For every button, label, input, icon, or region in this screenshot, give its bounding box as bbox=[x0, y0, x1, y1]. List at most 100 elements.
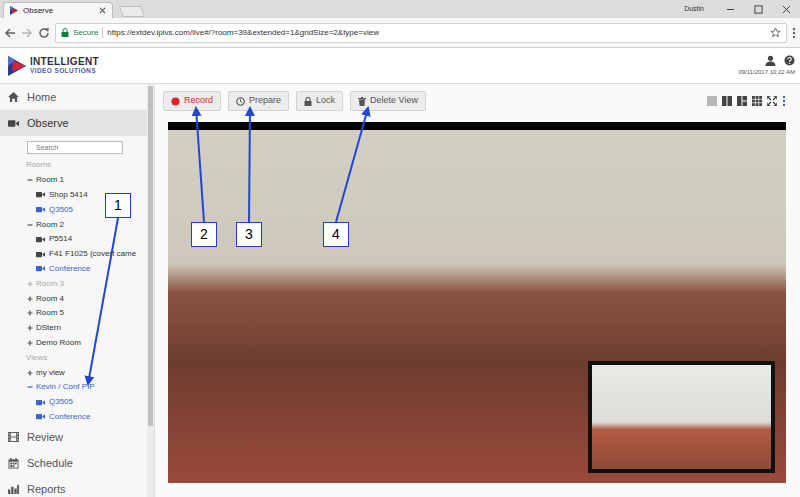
camera-item[interactable]: P5514 bbox=[0, 232, 147, 247]
nav-item[interactable]: Review bbox=[0, 424, 147, 450]
tree-heading: Views bbox=[0, 350, 147, 365]
nav-icon bbox=[8, 119, 19, 128]
single-view-icon bbox=[707, 96, 717, 106]
nav-item[interactable]: Home bbox=[0, 84, 147, 110]
grid-icon[interactable] bbox=[752, 96, 762, 106]
expand-icon[interactable] bbox=[27, 296, 33, 302]
button-label: Lock bbox=[316, 94, 335, 108]
tree-group[interactable]: Kevin / Conf PIP bbox=[0, 380, 147, 395]
button-label: Record bbox=[184, 94, 213, 108]
camera-label[interactable]: P5514 bbox=[49, 233, 72, 245]
group-label[interactable]: Room 5 bbox=[36, 307, 64, 319]
pip-feed[interactable] bbox=[588, 361, 775, 473]
expand-icon[interactable] bbox=[27, 340, 33, 346]
three-pane-icon[interactable] bbox=[737, 96, 747, 106]
group-label[interactable]: Kevin / Conf PIP bbox=[36, 381, 95, 393]
group-wrap: Room 2 bbox=[36, 219, 64, 231]
group-label[interactable]: Demo Room bbox=[36, 337, 81, 349]
lock-icon bbox=[61, 28, 69, 37]
nav-label: Reports bbox=[27, 481, 66, 497]
tree-group[interactable]: Demo Room bbox=[0, 336, 147, 351]
back-arrow-icon[interactable] bbox=[4, 27, 16, 39]
collapse-icon[interactable] bbox=[27, 222, 33, 228]
camera-item[interactable]: Q3505 bbox=[0, 395, 147, 410]
toolbar-button[interactable]: Record bbox=[163, 91, 221, 111]
camera-icon bbox=[36, 265, 45, 272]
minimize-icon[interactable] bbox=[716, 0, 744, 18]
group-label[interactable]: Room 4 bbox=[36, 293, 64, 305]
nav-item[interactable]: Observe bbox=[0, 110, 147, 136]
tree-group[interactable]: DStern bbox=[0, 321, 147, 336]
header-icons bbox=[765, 55, 795, 66]
profile-name[interactable]: Dustin bbox=[684, 4, 704, 15]
camera-item[interactable]: Conference bbox=[0, 410, 147, 425]
separator bbox=[102, 27, 103, 38]
close-icon[interactable] bbox=[99, 7, 106, 14]
fullscreen-icon[interactable] bbox=[767, 96, 777, 106]
camera-item[interactable]: F41 F1025 (covert came bbox=[0, 247, 147, 262]
star-icon[interactable] bbox=[770, 27, 781, 38]
tree-group[interactable]: Room 5 bbox=[0, 306, 147, 321]
camera-label[interactable]: Conference bbox=[49, 411, 90, 423]
collapse-icon[interactable] bbox=[27, 384, 33, 390]
group-label[interactable]: my view bbox=[36, 367, 65, 379]
callout-box: 1 bbox=[105, 193, 131, 218]
nav-item[interactable]: Schedule bbox=[0, 450, 147, 476]
forward-arrow-icon[interactable] bbox=[21, 27, 33, 39]
search-field[interactable] bbox=[27, 141, 123, 154]
tree-group[interactable]: Room 3 bbox=[0, 276, 147, 291]
toolbar-button[interactable]: Prepare bbox=[228, 91, 289, 111]
expand-icon[interactable] bbox=[27, 370, 33, 376]
expand-icon[interactable] bbox=[27, 310, 33, 316]
url-text[interactable]: https://extdev.ipivs.com/live#/?room=39&… bbox=[107, 27, 766, 39]
heading-label: Rooms bbox=[26, 159, 51, 171]
nav-item[interactable]: Reports bbox=[0, 476, 147, 497]
tree-group[interactable]: Room 1 bbox=[0, 173, 147, 188]
camera-icon bbox=[36, 236, 45, 243]
favicon-icon bbox=[10, 6, 18, 15]
camera-label[interactable]: Conference bbox=[49, 263, 90, 275]
video-view[interactable] bbox=[168, 122, 786, 483]
expand-icon[interactable] bbox=[27, 325, 33, 331]
record-dot-icon bbox=[171, 97, 180, 106]
nav-icon bbox=[8, 432, 19, 442]
group-label[interactable]: DStern bbox=[36, 322, 61, 334]
maximize-icon[interactable] bbox=[744, 0, 772, 18]
new-tab-button[interactable] bbox=[119, 6, 145, 17]
collapse-icon[interactable] bbox=[27, 177, 33, 183]
tree-group[interactable]: Room 2 bbox=[0, 217, 147, 232]
scrollbar[interactable] bbox=[147, 84, 154, 497]
expand-icon[interactable] bbox=[27, 281, 33, 287]
more-icon[interactable] bbox=[782, 95, 786, 107]
tree-group[interactable]: my view bbox=[0, 365, 147, 380]
group-wrap: Room 5 bbox=[36, 307, 64, 319]
camera-label[interactable]: F41 F1025 (covert came bbox=[49, 248, 136, 260]
reload-icon[interactable] bbox=[38, 27, 50, 39]
close-window-icon[interactable] bbox=[772, 0, 800, 18]
group-label[interactable]: Room 1 bbox=[36, 174, 64, 186]
help-icon[interactable] bbox=[784, 55, 795, 66]
browser-tab[interactable]: Observe bbox=[3, 2, 113, 18]
camera-label[interactable]: Shop 5414 bbox=[49, 189, 88, 201]
brand-logo[interactable]: INTELLIGENTVIDEO SOLUTIONS bbox=[8, 56, 99, 76]
camera-item[interactable]: Conference bbox=[0, 262, 147, 277]
scroll-thumb[interactable] bbox=[148, 86, 153, 426]
nav-icon bbox=[8, 458, 19, 469]
user-icon[interactable] bbox=[765, 55, 776, 66]
address-bar[interactable]: Securehttps://extdev.ipivs.com/live#/?ro… bbox=[55, 23, 787, 43]
group-label[interactable]: Room 3 bbox=[36, 278, 64, 290]
header-tools: 09/11/2017 10:22 AM bbox=[738, 55, 795, 77]
toolbar-button[interactable]: Lock bbox=[296, 91, 343, 111]
toolbar-button[interactable]: Delete View bbox=[350, 91, 426, 111]
callout-box: 4 bbox=[323, 222, 349, 247]
menu-icon[interactable] bbox=[792, 27, 796, 39]
camera-label[interactable]: Q3505 bbox=[49, 396, 73, 408]
group-label[interactable]: Room 2 bbox=[36, 219, 64, 231]
button-label: Prepare bbox=[249, 94, 281, 108]
nav-label: Home bbox=[27, 89, 56, 106]
camera-icon bbox=[36, 206, 45, 213]
two-column-icon[interactable] bbox=[722, 96, 732, 106]
camera-label[interactable]: Q3505 bbox=[49, 204, 73, 216]
tree-group[interactable]: Room 4 bbox=[0, 291, 147, 306]
button-label: Delete View bbox=[370, 94, 418, 108]
